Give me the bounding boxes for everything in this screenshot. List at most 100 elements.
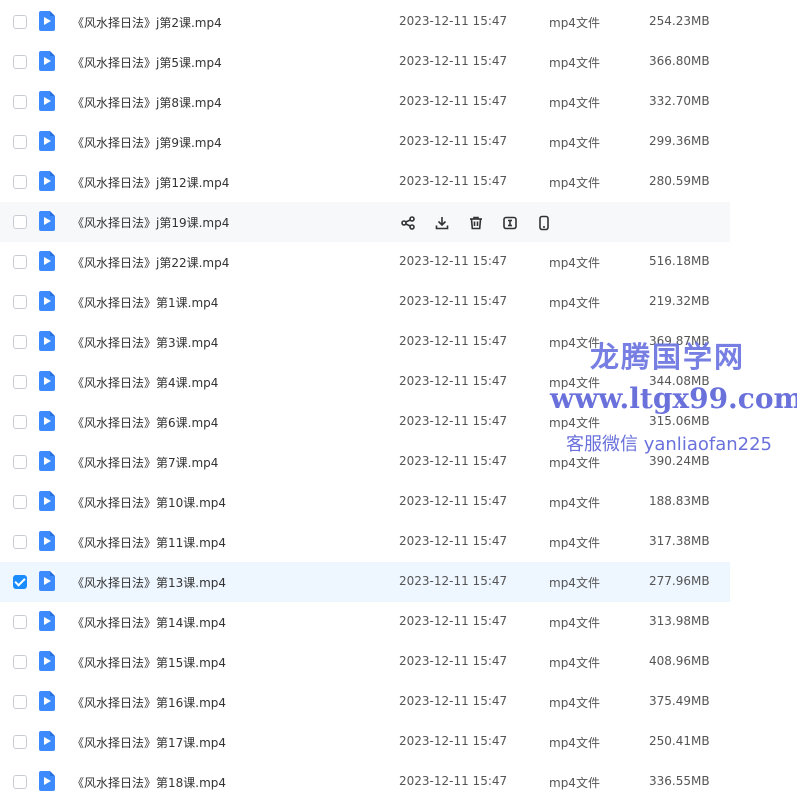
file-row[interactable]: 《风水择日法》第4课.mp4 2023-12-11 15:47 mp4文件 344.0… <box>0 362 730 402</box>
file-row[interactable]: 《风水择日法》j第19课.mp4 <box>0 202 730 242</box>
file-size: 254.23MB <box>649 14 710 28</box>
file-row[interactable]: 《风水择日法》第3课.mp4 2023-12-11 15:47 mp4文件 369.8… <box>0 322 730 362</box>
row-checkbox[interactable] <box>13 615 27 629</box>
video-file-icon[interactable] <box>39 651 55 671</box>
file-date: 2023-12-11 15:47 <box>399 174 508 188</box>
file-name[interactable]: 《风水择日法》j第2课.mp4 <box>72 14 222 31</box>
file-type: mp4文件 <box>549 416 600 430</box>
file-date: 2023-12-11 15:47 <box>399 654 508 668</box>
file-name[interactable]: 《风水择日法》第10课.mp4 <box>72 494 226 511</box>
video-file-icon[interactable] <box>39 11 55 31</box>
file-name[interactable]: 《风水择日法》j第19课.mp4 <box>72 214 229 231</box>
file-name[interactable]: 《风水择日法》第16课.mp4 <box>72 694 226 711</box>
video-file-icon[interactable] <box>39 771 55 791</box>
video-file-icon[interactable] <box>39 251 55 271</box>
video-file-icon[interactable] <box>39 531 55 551</box>
row-checkbox[interactable] <box>13 295 27 309</box>
video-file-icon[interactable] <box>39 451 55 471</box>
video-file-icon[interactable] <box>39 211 55 231</box>
video-file-icon[interactable] <box>39 331 55 351</box>
row-checkbox[interactable] <box>13 575 27 589</box>
file-row[interactable]: 《风水择日法》j第22课.mp4 2023-12-11 15:47 mp4文件 516… <box>0 242 730 282</box>
row-checkbox[interactable] <box>13 375 27 389</box>
file-name[interactable]: 《风水择日法》第14课.mp4 <box>72 614 226 631</box>
video-file-icon[interactable] <box>39 571 55 591</box>
video-file-icon[interactable] <box>39 491 55 511</box>
row-checkbox[interactable] <box>13 695 27 709</box>
file-name[interactable]: 《风水择日法》第4课.mp4 <box>72 374 218 391</box>
file-row[interactable]: 《风水择日法》j第8课.mp4 2023-12-11 15:47 mp4文件 332.… <box>0 82 730 122</box>
trash-icon[interactable] <box>467 214 484 231</box>
video-file-icon[interactable] <box>39 171 55 191</box>
share-icon[interactable] <box>399 214 416 231</box>
row-checkbox[interactable] <box>13 535 27 549</box>
video-file-icon[interactable] <box>39 291 55 311</box>
file-name[interactable]: 《风水择日法》第6课.mp4 <box>72 414 218 431</box>
row-checkbox[interactable] <box>13 415 27 429</box>
row-checkbox[interactable] <box>13 135 27 149</box>
file-name[interactable]: 《风水择日法》j第9课.mp4 <box>72 134 222 151</box>
file-name[interactable]: 《风水择日法》第15课.mp4 <box>72 654 226 671</box>
file-row[interactable]: 《风水择日法》第15课.mp4 2023-12-11 15:47 mp4文件 408.… <box>0 642 730 682</box>
file-type: mp4文件 <box>549 456 600 470</box>
file-name[interactable]: 《风水择日法》第18课.mp4 <box>72 774 226 791</box>
row-checkbox[interactable] <box>13 735 27 749</box>
file-row[interactable]: 《风水择日法》第6课.mp4 2023-12-11 15:47 mp4文件 315.0… <box>0 402 730 442</box>
row-checkbox[interactable] <box>13 15 27 29</box>
file-name[interactable]: 《风水择日法》第3课.mp4 <box>72 334 218 351</box>
file-date: 2023-12-11 15:47 <box>399 494 508 508</box>
row-checkbox[interactable] <box>13 775 27 789</box>
mobile-icon[interactable] <box>535 214 552 231</box>
video-file-icon[interactable] <box>39 731 55 751</box>
file-name[interactable]: 《风水择日法》第13课.mp4 <box>72 574 226 591</box>
video-file-icon[interactable] <box>39 691 55 711</box>
video-file-icon[interactable] <box>39 371 55 391</box>
file-row[interactable]: 《风水择日法》第1课.mp4 2023-12-11 15:47 mp4文件 219.3… <box>0 282 730 322</box>
file-type: mp4文件 <box>549 96 600 110</box>
row-checkbox[interactable] <box>13 255 27 269</box>
row-checkbox[interactable] <box>13 455 27 469</box>
file-row[interactable]: 《风水择日法》第16课.mp4 2023-12-11 15:47 mp4文件 375.… <box>0 682 730 722</box>
row-checkbox[interactable] <box>13 335 27 349</box>
video-file-icon[interactable] <box>39 91 55 111</box>
file-row[interactable]: 《风水择日法》第10课.mp4 2023-12-11 15:47 mp4文件 188.… <box>0 482 730 522</box>
file-name[interactable]: 《风水择日法》第17课.mp4 <box>72 734 226 751</box>
file-name[interactable]: 《风水择日法》j第22课.mp4 <box>72 254 229 271</box>
file-name[interactable]: 《风水择日法》j第12课.mp4 <box>72 174 229 191</box>
video-file-icon[interactable] <box>39 131 55 151</box>
video-file-icon[interactable] <box>39 51 55 71</box>
file-name[interactable]: 《风水择日法》第11课.mp4 <box>72 534 226 551</box>
download-icon[interactable] <box>433 214 450 231</box>
video-file-icon[interactable] <box>39 411 55 431</box>
file-row[interactable]: 《风水择日法》第11课.mp4 2023-12-11 15:47 mp4文件 317.… <box>0 522 730 562</box>
row-actions <box>399 214 552 231</box>
file-row[interactable]: 《风水择日法》第13课.mp4 2023-12-11 15:47 mp4文件 277.… <box>0 562 730 602</box>
file-row[interactable]: 《风水择日法》j第5课.mp4 2023-12-11 15:47 mp4文件 366.… <box>0 42 730 82</box>
file-row[interactable]: 《风水择日法》j第9课.mp4 2023-12-11 15:47 mp4文件 299.… <box>0 122 730 162</box>
row-checkbox[interactable] <box>13 655 27 669</box>
row-checkbox[interactable] <box>13 175 27 189</box>
file-row[interactable]: 《风水择日法》j第2课.mp4 2023-12-11 15:47 mp4文件 254.… <box>0 2 730 42</box>
file-date: 2023-12-11 15:47 <box>399 614 508 628</box>
row-checkbox[interactable] <box>13 55 27 69</box>
file-name[interactable]: 《风水择日法》第1课.mp4 <box>72 294 218 311</box>
file-name[interactable]: 《风水择日法》第7课.mp4 <box>72 454 218 471</box>
row-checkbox[interactable] <box>13 495 27 509</box>
row-checkbox[interactable] <box>13 95 27 109</box>
file-date: 2023-12-11 15:47 <box>399 134 508 148</box>
rename-icon[interactable] <box>501 214 518 231</box>
file-type: mp4文件 <box>549 256 600 270</box>
file-type: mp4文件 <box>549 136 600 150</box>
file-date: 2023-12-11 15:47 <box>399 694 508 708</box>
row-checkbox[interactable] <box>13 215 27 229</box>
file-row[interactable]: 《风水择日法》j第12课.mp4 2023-12-11 15:47 mp4文件 280… <box>0 162 730 202</box>
file-row[interactable]: 《风水择日法》第17课.mp4 2023-12-11 15:47 mp4文件 250.… <box>0 722 730 762</box>
file-type: mp4文件 <box>549 576 600 590</box>
file-row[interactable]: 《风水择日法》第7课.mp4 2023-12-11 15:47 mp4文件 390.2… <box>0 442 730 482</box>
file-date: 2023-12-11 15:47 <box>399 94 508 108</box>
file-name[interactable]: 《风水择日法》j第8课.mp4 <box>72 94 222 111</box>
file-name[interactable]: 《风水择日法》j第5课.mp4 <box>72 54 222 71</box>
file-row[interactable]: 《风水择日法》第14课.mp4 2023-12-11 15:47 mp4文件 313.… <box>0 602 730 642</box>
file-row[interactable]: 《风水择日法》第18课.mp4 2023-12-11 15:47 mp4文件 336.… <box>0 762 730 802</box>
video-file-icon[interactable] <box>39 611 55 631</box>
